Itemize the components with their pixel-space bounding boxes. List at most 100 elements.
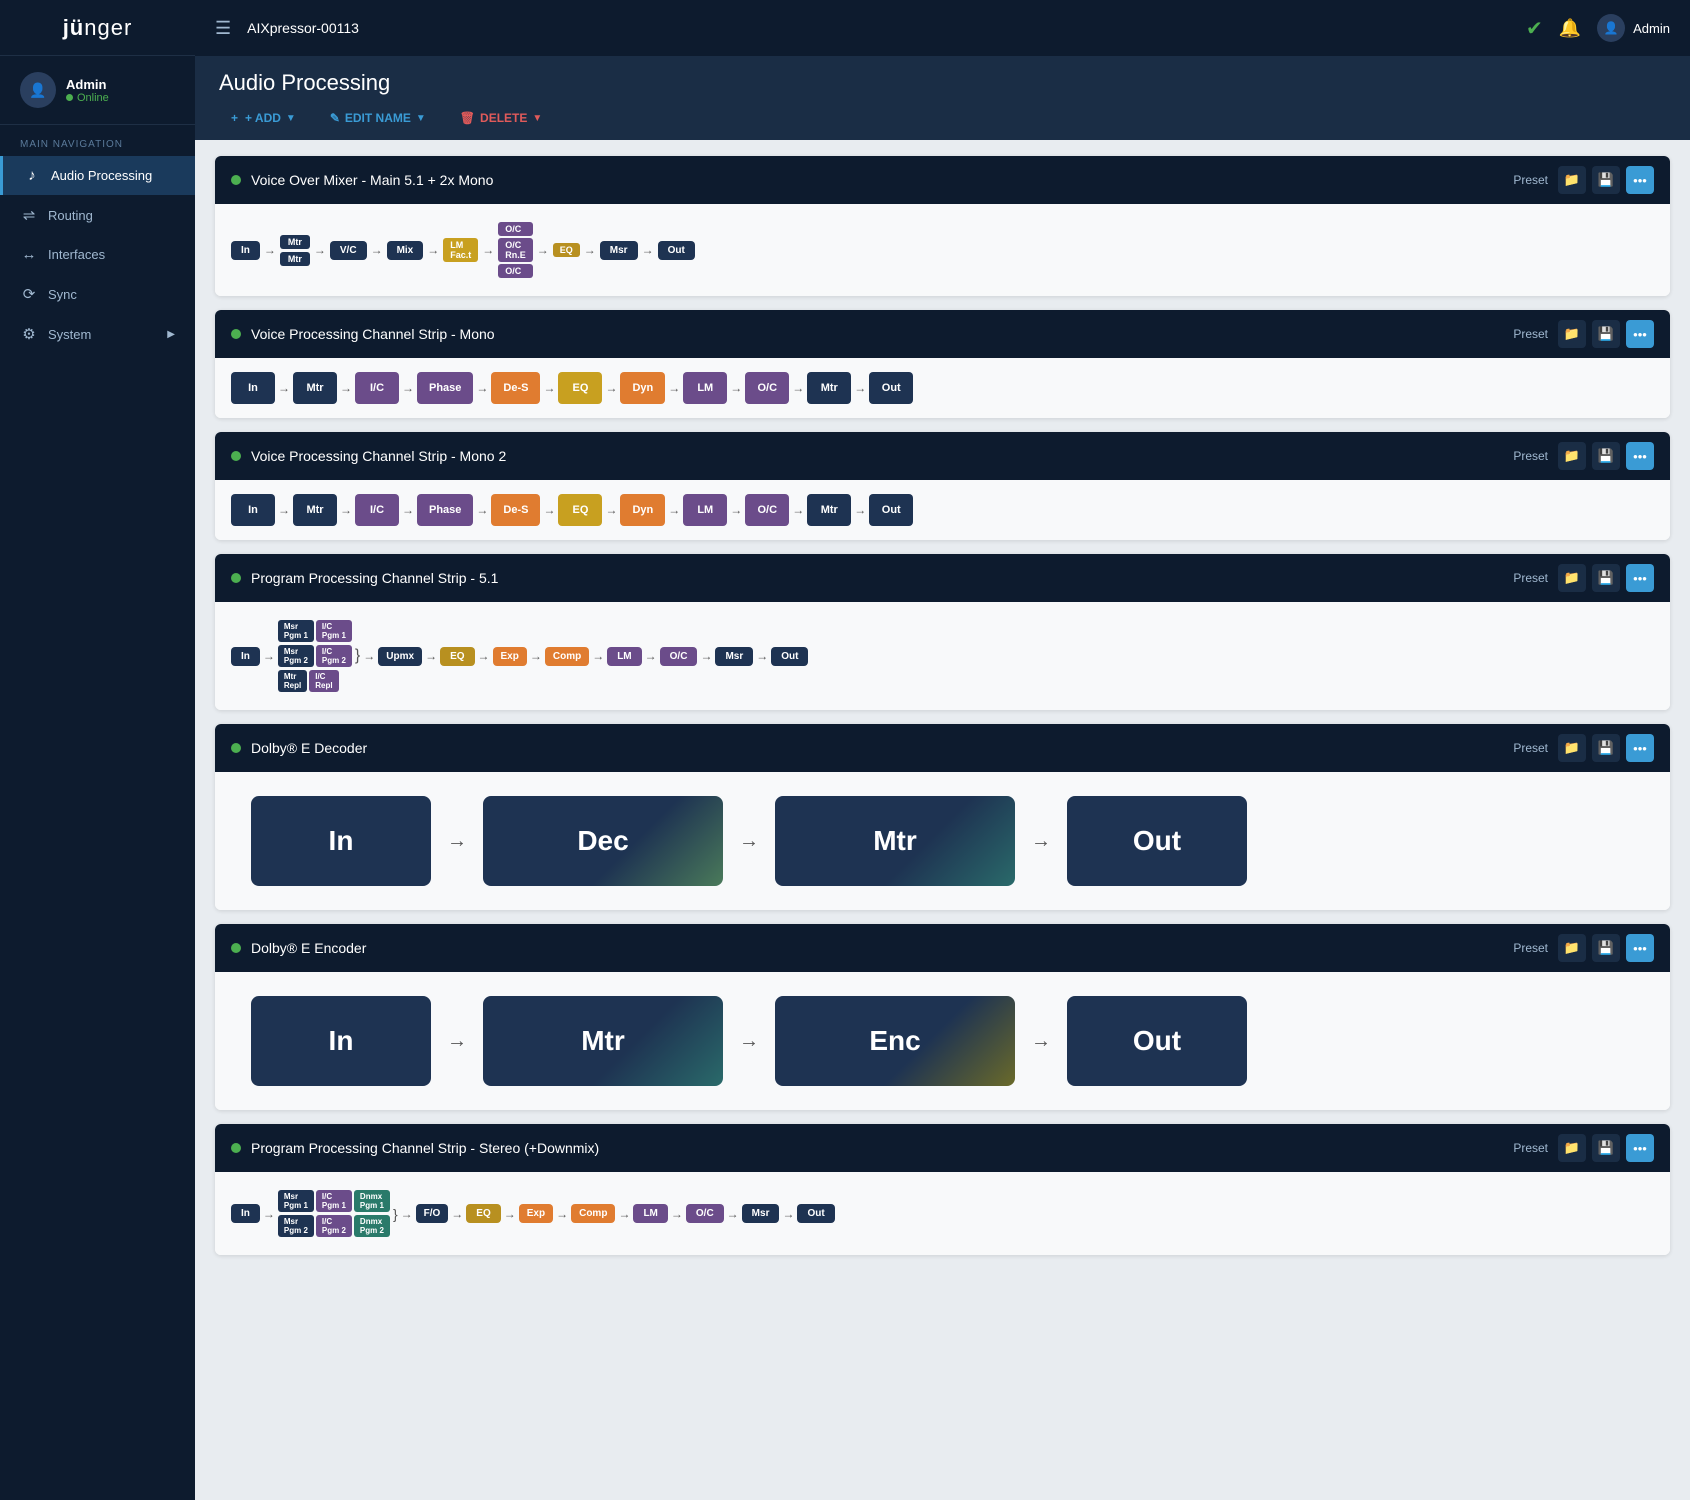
mtr-repl[interactable]: MtrRepl: [278, 670, 307, 692]
in-block[interactable]: In: [231, 1204, 260, 1223]
oc-block[interactable]: O/C: [660, 647, 698, 666]
lm-block[interactable]: LM: [607, 647, 641, 666]
mtr2-block[interactable]: Mtr: [807, 494, 851, 526]
eq-block[interactable]: EQ: [558, 372, 602, 404]
oc-block3[interactable]: O/C: [498, 264, 533, 278]
save-button[interactable]: 💾: [1592, 166, 1620, 194]
ic-pgm2[interactable]: I/CPgm 2: [316, 1215, 352, 1237]
upmx-block[interactable]: Upmx: [378, 647, 422, 666]
delete-button[interactable]: 🗑 DELETE ▼: [448, 106, 554, 130]
oc-block1[interactable]: O/C: [498, 222, 533, 236]
eq-block[interactable]: EQ: [558, 494, 602, 526]
phase-block[interactable]: Phase: [417, 494, 473, 526]
more-button[interactable]: •••: [1626, 166, 1654, 194]
oc-block[interactable]: O/C: [686, 1204, 724, 1223]
menu-icon[interactable]: ☰: [215, 18, 231, 39]
eq-block[interactable]: EQ: [440, 647, 474, 666]
out-block[interactable]: Out: [658, 241, 695, 260]
out-block[interactable]: Out: [869, 494, 913, 526]
more-button[interactable]: •••: [1626, 442, 1654, 470]
fo-block[interactable]: F/O: [416, 1204, 449, 1223]
out-big-block[interactable]: Out: [1067, 796, 1247, 886]
sidebar-item-audio-processing[interactable]: ♪ Audio Processing: [0, 156, 195, 195]
lm-block[interactable]: LM: [633, 1204, 667, 1223]
eq-block[interactable]: EQ: [466, 1204, 500, 1223]
des-block[interactable]: De-S: [491, 372, 540, 404]
ic-block[interactable]: I/C: [355, 494, 399, 526]
comp-block[interactable]: Comp: [545, 647, 589, 666]
save-button[interactable]: 💾: [1592, 564, 1620, 592]
more-button[interactable]: •••: [1626, 564, 1654, 592]
sidebar-item-sync[interactable]: ⟳ Sync: [0, 274, 195, 314]
mtr-block[interactable]: Mtr: [293, 372, 337, 404]
mtr-block[interactable]: Mtr: [280, 252, 310, 266]
exp-block[interactable]: Exp: [519, 1204, 553, 1223]
oc-block2[interactable]: O/CRn.E: [498, 238, 533, 262]
ic-block[interactable]: I/C: [355, 372, 399, 404]
ic-pgm1[interactable]: I/CPgm 1: [316, 1190, 352, 1212]
msr-block[interactable]: Msr: [742, 1204, 780, 1223]
save-button[interactable]: 💾: [1592, 734, 1620, 762]
vc-block[interactable]: V/C: [330, 241, 367, 260]
in-block[interactable]: In: [231, 372, 275, 404]
lm-block[interactable]: LM: [683, 372, 727, 404]
mtr-big-block[interactable]: Mtr: [483, 996, 723, 1086]
more-button[interactable]: •••: [1626, 1134, 1654, 1162]
folder-button[interactable]: 📁: [1558, 1134, 1586, 1162]
sidebar-item-system[interactable]: ⚙ System ▶: [0, 314, 195, 354]
phase-block[interactable]: Phase: [417, 372, 473, 404]
exp-block[interactable]: Exp: [493, 647, 527, 666]
lm-block[interactable]: LMFac.t: [443, 238, 478, 262]
sidebar-item-routing[interactable]: ⇌ Routing: [0, 195, 195, 235]
in-block[interactable]: In: [231, 494, 275, 526]
folder-button[interactable]: 📁: [1558, 320, 1586, 348]
msr-pgm1[interactable]: MsrPgm 1: [278, 620, 314, 642]
dyn-block[interactable]: Dyn: [620, 372, 665, 404]
dnmx-pgm2[interactable]: DnmxPgm 2: [354, 1215, 390, 1237]
folder-button[interactable]: 📁: [1558, 442, 1586, 470]
folder-button[interactable]: 📁: [1558, 734, 1586, 762]
eq-block[interactable]: EQ: [553, 243, 580, 257]
enc-block[interactable]: Enc: [775, 996, 1015, 1086]
out-block[interactable]: Out: [797, 1204, 834, 1223]
des-block[interactable]: De-S: [491, 494, 540, 526]
edit-name-button[interactable]: ✎ EDIT NAME ▼: [318, 106, 438, 130]
ic-pgm2[interactable]: I/CPgm 2: [316, 645, 352, 667]
dyn-block[interactable]: Dyn: [620, 494, 665, 526]
more-button[interactable]: •••: [1626, 734, 1654, 762]
bell-icon[interactable]: 🔔: [1559, 18, 1581, 39]
in-big-block[interactable]: In: [251, 996, 431, 1086]
topbar-user[interactable]: 👤 Admin: [1597, 14, 1670, 42]
in-big-block[interactable]: In: [251, 796, 431, 886]
folder-button[interactable]: 📁: [1558, 564, 1586, 592]
in-block[interactable]: In: [231, 647, 260, 666]
msr-block[interactable]: Msr: [600, 241, 638, 260]
comp-block[interactable]: Comp: [571, 1204, 615, 1223]
msr-pgm2[interactable]: MsrPgm 2: [278, 1215, 314, 1237]
sidebar-item-interfaces[interactable]: ↔ Interfaces: [0, 235, 195, 274]
ic-pgm1[interactable]: I/CPgm 1: [316, 620, 352, 642]
out-block[interactable]: Out: [771, 647, 808, 666]
mtr-block[interactable]: Mtr: [293, 494, 337, 526]
dnmx-pgm1[interactable]: DnmxPgm 1: [354, 1190, 390, 1212]
out-big-block[interactable]: Out: [1067, 996, 1247, 1086]
lm-block[interactable]: LM: [683, 494, 727, 526]
oc-block[interactable]: O/C: [745, 494, 789, 526]
msr-pgm2[interactable]: MsrPgm 2: [278, 645, 314, 667]
more-button[interactable]: •••: [1626, 934, 1654, 962]
mtr2-block[interactable]: Mtr: [807, 372, 851, 404]
folder-button[interactable]: 📁: [1558, 166, 1586, 194]
in-block[interactable]: In: [231, 241, 260, 260]
save-button[interactable]: 💾: [1592, 1134, 1620, 1162]
add-button[interactable]: + + ADD ▼: [219, 106, 308, 130]
dec-block[interactable]: Dec: [483, 796, 723, 886]
msr-block[interactable]: Msr: [715, 647, 753, 666]
ic-repl[interactable]: I/CRepl: [309, 670, 338, 692]
more-button[interactable]: •••: [1626, 320, 1654, 348]
oc-block[interactable]: O/C: [745, 372, 789, 404]
folder-button[interactable]: 📁: [1558, 934, 1586, 962]
mtr-block[interactable]: Mtr: [280, 235, 310, 249]
save-button[interactable]: 💾: [1592, 934, 1620, 962]
msr-pgm1[interactable]: MsrPgm 1: [278, 1190, 314, 1212]
mix-block[interactable]: Mix: [387, 241, 424, 260]
